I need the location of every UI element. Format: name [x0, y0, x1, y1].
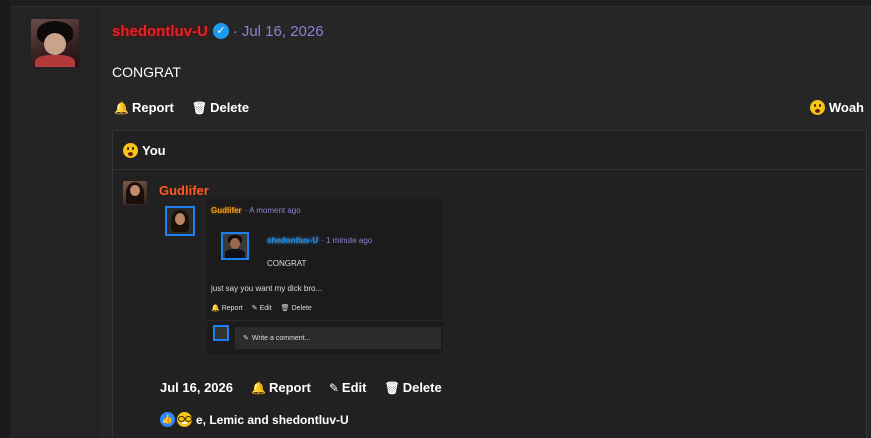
- reply-reaction-label: You: [142, 143, 166, 158]
- embed-edit: ✎ Edit: [251, 304, 272, 313]
- reply-edit-button[interactable]: ✎ Edit: [329, 380, 367, 395]
- post-actions: 🔔 Report 🗑 Delete: [114, 100, 267, 115]
- post-reaction-summary[interactable]: Woah: [809, 100, 864, 115]
- bell-icon: 🔔: [114, 100, 129, 115]
- nested-body: CONGRAT: [267, 259, 307, 268]
- author-avatar[interactable]: [31, 19, 79, 67]
- reply-divider: [113, 169, 866, 170]
- embed-actions: 🔔 Report ✎ Edit 🗑 Delete: [211, 304, 321, 313]
- reply-date[interactable]: Jul 16, 2026: [160, 380, 233, 395]
- report-button[interactable]: 🔔 Report: [114, 100, 174, 115]
- embed-time: · A moment ago: [244, 206, 301, 215]
- delete-label: Delete: [210, 100, 250, 115]
- embed-report: 🔔 Report: [211, 304, 243, 313]
- reply-author-avatar[interactable]: [123, 181, 147, 205]
- reply-report-label: Report: [268, 380, 311, 395]
- avatar-face: [130, 185, 140, 196]
- reply-edit-label: Edit: [341, 380, 367, 395]
- author-username[interactable]: shedontluv-U: [112, 23, 208, 40]
- embed-side-avatar: [165, 206, 195, 236]
- left-rail: [0, 0, 10, 437]
- embedded-screenshot: Gudlifer · A moment ago shedontluv-U · 1…: [207, 199, 443, 354]
- reply-delete-button[interactable]: 🗑 Delete: [384, 380, 441, 395]
- embed-edit-label: Edit: [259, 304, 272, 312]
- reaction-label: Woah: [828, 100, 864, 115]
- avatar-face: [175, 213, 185, 225]
- reply-author-username[interactable]: Gudlifer: [159, 183, 209, 198]
- embed-comment-avatar: [213, 325, 229, 341]
- reply-reactions-text: e, Lemic and shedontluv-U: [196, 412, 349, 427]
- trash-icon: 🗑: [384, 380, 400, 395]
- embed-body: just say you want my dick bro...: [211, 284, 323, 293]
- trash-icon: 🗑: [280, 305, 290, 312]
- nested-time: · 1 minute ago: [321, 236, 373, 245]
- trash-icon: 🗑: [191, 100, 208, 115]
- post-date[interactable]: Jul 16, 2026: [242, 23, 324, 40]
- embed-delete: 🗑 Delete: [280, 304, 312, 313]
- embed-comment-placeholder: Write a comment...: [251, 334, 311, 342]
- reply-report-button[interactable]: 🔔 Report: [251, 380, 311, 395]
- pencil-icon: ✎: [251, 305, 258, 312]
- pencil-icon: ✎: [328, 380, 339, 395]
- post-body: CONGRAT: [112, 64, 181, 80]
- reply-reaction-header[interactable]: You: [123, 143, 166, 158]
- avatar-face: [44, 33, 66, 55]
- delete-button[interactable]: 🗑 Delete: [192, 100, 249, 115]
- header-separator: ·: [232, 22, 238, 40]
- embed-username: Gudlifer: [211, 206, 242, 215]
- post-gutter: [10, 6, 100, 438]
- embed-divider: [207, 320, 443, 321]
- embed-report-label: Report: [221, 304, 243, 312]
- reply-footer: Jul 16, 2026 🔔 Report ✎ Edit 🗑 Delete: [160, 380, 460, 395]
- embed-header: Gudlifer · A moment ago: [211, 206, 301, 215]
- astonished-emoji-icon: [809, 100, 825, 115]
- thumbs-up-icon: 👍: [160, 412, 175, 427]
- pencil-icon: ✎: [243, 335, 249, 342]
- bell-icon: 🔔: [251, 380, 266, 395]
- avatar-shirt: [35, 55, 75, 67]
- astonished-emoji-icon: [123, 143, 138, 158]
- nerd-emoji-icon: [177, 412, 192, 427]
- nested-header: shedontluv-U · 1 minute ago: [267, 236, 372, 245]
- nested-username: shedontluv-U: [267, 236, 319, 245]
- reply-delete-label: Delete: [402, 380, 442, 395]
- avatar-suit: [225, 249, 245, 258]
- embed-delete-label: Delete: [291, 304, 312, 312]
- nested-avatar: [221, 232, 249, 260]
- report-label: Report: [131, 100, 174, 115]
- post-header: shedontluv-U ✓ · Jul 16, 2026: [112, 20, 324, 42]
- bell-icon: 🔔: [211, 305, 220, 312]
- embed-comment-input: ✎ Write a comment...: [235, 327, 441, 349]
- verified-badge-icon: ✓: [212, 23, 229, 39]
- avatar-face: [230, 238, 240, 249]
- reply-reactions[interactable]: 👍 e, Lemic and shedontluv-U: [160, 412, 349, 427]
- reply-box: You Gudlifer Gudlifer · A moment ago she…: [112, 130, 867, 438]
